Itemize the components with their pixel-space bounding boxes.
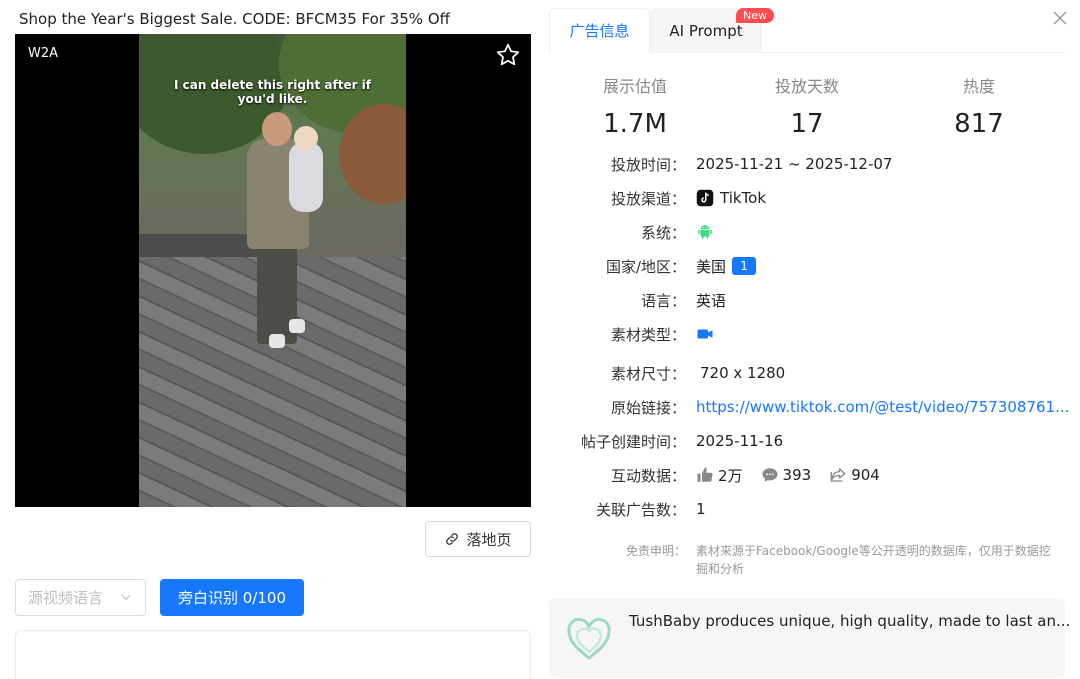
stat-value: 1.7M xyxy=(603,109,667,139)
detail-key: 语言： xyxy=(640,291,686,310)
detail-key: 互动数据： xyxy=(610,466,686,485)
disclaimer-text: 素材来源于Facebook/Google等公开透明的数据库，仅用于数据挖掘和分析 xyxy=(696,544,1051,576)
watermark-label: W2A xyxy=(28,46,59,61)
android-icon xyxy=(698,225,712,239)
video-camera-icon xyxy=(697,329,713,339)
detail-row-related-ads: 关联广告数： 1 xyxy=(560,498,706,520)
stat-label: 展示估值 xyxy=(602,77,667,96)
detail-key: 素材类型： xyxy=(610,325,686,344)
disclaimer: 免责申明： 素材来源于Facebook/Google等公开透明的数据库，仅用于数… xyxy=(560,542,1065,578)
brand-description: TushBaby produces unique, high quality, … xyxy=(629,612,1071,630)
comment-icon xyxy=(762,468,778,482)
thumbs-up-icon xyxy=(697,467,713,482)
detail-key: 投放渠道： xyxy=(610,189,686,208)
detail-key: 国家/地区： xyxy=(605,257,686,276)
stat-label: 投放天数 xyxy=(774,77,839,96)
detail-key: 素材尺寸： xyxy=(610,364,686,383)
tiktok-icon xyxy=(696,189,714,207)
ad-title: Shop the Year's Biggest Sale. CODE: BFCM… xyxy=(19,10,450,28)
share-icon xyxy=(830,468,846,482)
detail-key: 投放时间： xyxy=(610,155,686,174)
transcript-panel xyxy=(15,630,531,679)
detail-value: 2025-11-21 ~ 2025-12-07 xyxy=(696,155,893,173)
channel-name: TikTok xyxy=(720,189,767,207)
new-badge: New xyxy=(736,8,774,23)
detail-key: 系统： xyxy=(640,223,686,242)
likes-count: 2万 xyxy=(718,466,743,485)
disclaimer-label: 免责申明： xyxy=(625,544,686,558)
detail-row-engagement: 互动数据： 2万 393 904 xyxy=(560,464,880,486)
detail-value: 英语 xyxy=(696,291,727,310)
detail-key: 帖子创建时间： xyxy=(580,432,686,451)
detail-row-material-type: 素材类型： xyxy=(560,323,714,345)
link-icon xyxy=(446,533,459,545)
stat-value: 817 xyxy=(954,109,1004,139)
stat-days: 投放天数 17 xyxy=(737,73,877,139)
close-icon[interactable] xyxy=(1051,9,1069,27)
region-name: 美国 xyxy=(696,257,727,276)
source-language-select[interactable]: 源视频语言 xyxy=(15,579,146,616)
tab-bar: 广告信息 AI Prompt xyxy=(549,8,1065,53)
brand-logo-icon xyxy=(567,617,611,660)
comments-count: 393 xyxy=(782,466,812,484)
detail-value: 1 xyxy=(696,500,706,518)
detail-value: 720 x 1280 xyxy=(700,364,786,382)
detail-row-system: 系统： xyxy=(560,221,714,243)
video-player[interactable]: W2A I can delete this right after if you… xyxy=(15,34,531,507)
stat-impressions: 展示估值 1.7M xyxy=(565,73,705,139)
video-caption: I can delete this right after if you'd l… xyxy=(139,78,406,106)
detail-row-date: 投放时间： 2025-11-21 ~ 2025-12-07 xyxy=(560,153,892,175)
detail-row-channel: 投放渠道： TikTok xyxy=(560,187,766,209)
narration-recognition-button[interactable]: 旁白识别 0/100 xyxy=(160,579,304,616)
region-count-badge[interactable]: 1 xyxy=(732,257,757,275)
chevron-down-icon xyxy=(121,594,131,601)
landing-page-button[interactable]: 落地页 xyxy=(425,521,531,557)
detail-row-size: 素材尺寸： 720 x 1280 xyxy=(560,362,785,384)
stat-label: 热度 xyxy=(962,77,995,96)
star-icon[interactable] xyxy=(495,42,521,68)
original-link[interactable]: https://www.tiktok.com/@test/video/75730… xyxy=(696,398,1069,416)
source-language-placeholder: 源视频语言 xyxy=(28,589,104,607)
detail-row-link: 原始链接： https://www.tiktok.com/@test/video… xyxy=(560,396,1069,418)
caption-line-2: you'd like. xyxy=(237,92,308,106)
brand-card[interactable]: TushBaby produces unique, high quality, … xyxy=(549,598,1070,678)
caption-line-1: I can delete this right after if xyxy=(173,78,372,92)
detail-row-created: 帖子创建时间： 2025-11-16 xyxy=(560,430,783,452)
detail-key: 原始链接： xyxy=(610,398,686,417)
shares-count: 904 xyxy=(851,466,880,484)
detail-row-language: 语言： 英语 xyxy=(560,289,726,311)
stat-heat: 热度 817 xyxy=(909,73,1049,139)
detail-key: 关联广告数： xyxy=(595,500,686,519)
detail-row-region: 国家/地区： 美国 1 xyxy=(560,255,757,277)
stat-value: 17 xyxy=(790,109,824,139)
detail-value: 2025-11-16 xyxy=(696,432,784,450)
landing-page-label: 落地页 xyxy=(466,530,512,549)
tab-ad-info[interactable]: 广告信息 xyxy=(549,8,650,53)
